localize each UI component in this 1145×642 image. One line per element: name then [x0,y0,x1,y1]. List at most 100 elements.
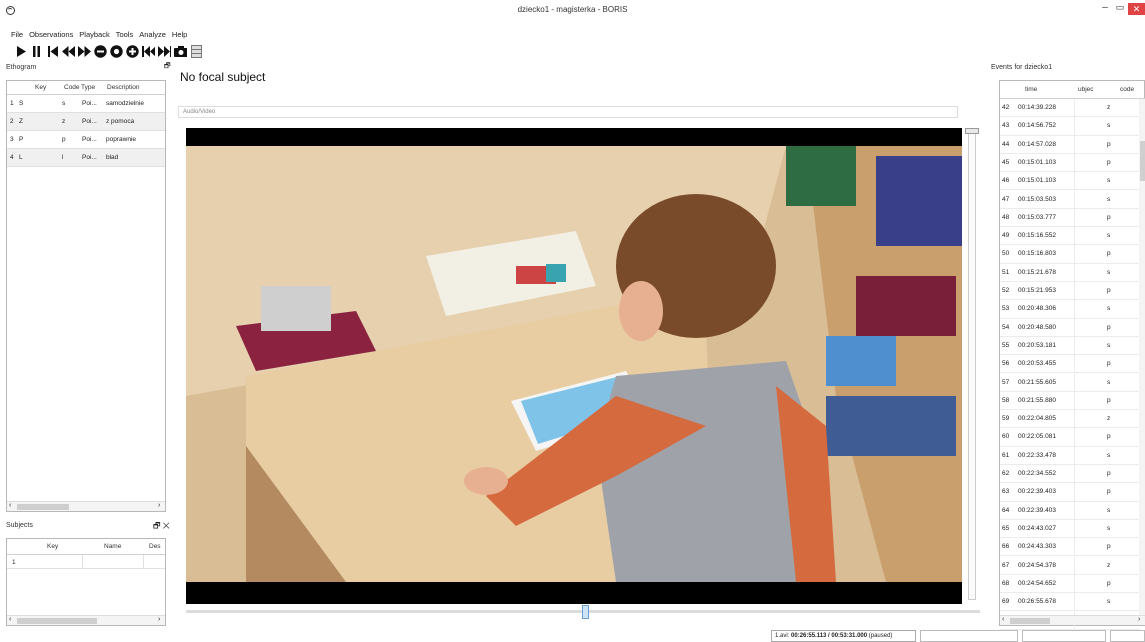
events-vscroll-thumb[interactable] [1140,141,1145,181]
snapshot-icon[interactable] [174,44,187,58]
scroll-left-icon[interactable]: ‹ [1002,616,1004,623]
event-row[interactable]: 63 00:22:39.403 p [1000,483,1140,502]
rewind-icon[interactable] [62,44,75,58]
col-subject[interactable]: ubjec [1078,86,1094,93]
col-event-code[interactable]: code [1120,86,1134,93]
speed-down-icon[interactable] [94,44,107,58]
event-time: 00:26:55.678 [1018,598,1056,606]
event-row[interactable]: 44 00:14:57.028 p [1000,135,1140,154]
scroll-left-icon[interactable]: ‹ [9,616,11,623]
minimize-button[interactable]: – [1098,2,1112,16]
event-row[interactable]: 51 00:15:21.678 s [1000,263,1140,282]
status-field [1022,630,1106,642]
speed-normal-icon[interactable] [110,44,123,58]
event-row[interactable]: 68 00:24:54.652 p [1000,574,1140,594]
subjects-dock-controls[interactable]: 🗗 ✕ [153,520,170,534]
events-hscroll[interactable]: ‹ › [1000,615,1145,625]
event-time: 00:15:16.552 [1018,232,1056,240]
subjects-row[interactable]: 1 [7,555,165,569]
event-time: 00:14:39.228 [1018,104,1056,111]
event-row[interactable]: 62 00:22:34.552 p [1000,465,1140,484]
col-code[interactable]: Code [64,84,80,91]
menu-playback[interactable]: Playback [79,30,109,42]
event-row[interactable]: 52 00:15:21.953 p [1000,282,1140,301]
col-description[interactable]: Description [107,84,140,91]
menu-analyze[interactable]: Analyze [139,30,166,42]
event-row[interactable]: 50 00:15:16.803 p [1000,245,1140,264]
event-row[interactable]: 45 00:15:01.103 p [1000,153,1140,173]
subjects-table: Key Name Des 1 ‹ › [6,538,166,626]
ethogram-row[interactable]: 3 Pp Poi... poprawnie [7,131,165,149]
event-row[interactable]: 55 00:20:53.181 s [1000,336,1140,356]
play-icon[interactable] [14,44,27,58]
col-subject-name[interactable]: Name [104,543,121,550]
ethogram-row[interactable]: 4 Ll Poi... blad [7,149,165,167]
ethogram-table: Key Code Type Description 1 Ss Poi... samod… [6,80,166,512]
col-key[interactable]: Key [35,84,46,91]
volume-slider-track[interactable] [968,130,976,600]
ethogram-hscroll-thumb[interactable] [17,504,69,510]
event-code: s [1107,524,1111,532]
menu-help[interactable]: Help [172,30,187,42]
event-row-number: 59 [1002,415,1010,423]
fast-forward-icon[interactable] [78,44,91,58]
event-row[interactable]: 54 00:20:48.580 p [1000,318,1140,337]
speed-up-icon[interactable] [126,44,139,58]
subjects-hscroll-thumb[interactable] [17,618,97,624]
col-subject-description[interactable]: Des [149,543,161,550]
ethogram-row[interactable]: 2 Zz Poi... z pomoca [7,113,165,131]
event-row[interactable]: 58 00:21:55.880 p [1000,391,1140,411]
scroll-right-icon[interactable]: › [1138,616,1140,623]
event-row[interactable]: 64 00:22:39.403 s [1000,501,1140,520]
event-row[interactable]: 57 00:21:55.605 s [1000,373,1140,392]
event-row[interactable]: 66 00:24:43.303 p [1000,538,1140,557]
scroll-right-icon[interactable]: › [158,616,160,623]
menu-file[interactable]: File [11,30,23,42]
event-row[interactable]: 61 00:22:33.478 s [1000,446,1140,465]
ethogram-hscroll[interactable]: ‹ › [7,501,165,511]
playback-slider-thumb[interactable] [581,605,589,619]
frame-by-frame-icon[interactable] [190,44,203,58]
event-row[interactable]: 46 00:15:01.103 s [1000,172,1140,191]
event-code: p [1107,250,1111,258]
subjects-hscroll[interactable]: ‹ › [7,615,165,625]
menu-tools[interactable]: Tools [116,30,134,42]
events-hscroll-thumb[interactable] [1010,618,1050,624]
cell-divider [1074,538,1075,556]
event-row[interactable]: 43 00:14:56.752 s [1000,117,1140,136]
volume-slider-thumb[interactable] [965,128,979,134]
close-button[interactable]: ✕ [1128,3,1145,15]
event-row[interactable]: 49 00:15:16.552 s [1000,227,1140,246]
audio-video-tab[interactable]: Audio/Video [178,106,958,118]
pause-icon[interactable] [30,44,43,58]
event-time: 00:24:54.378 [1018,561,1056,569]
event-row-number: 42 [1002,104,1010,111]
ethogram-row[interactable]: 1 Ss Poi... samodzielnie [7,95,165,113]
maximize-button[interactable]: ▭ [1115,2,1125,16]
event-time: 00:21:55.880 [1018,396,1056,404]
event-row[interactable]: 42 00:14:39.228 z [1000,99,1140,118]
event-code: p [1107,396,1111,404]
event-row[interactable]: 59 00:22:04.805 z [1000,410,1140,429]
ethogram-code: z [62,118,66,125]
col-time[interactable]: time [1025,86,1037,93]
previous-media-icon[interactable] [46,44,59,58]
ethogram-float-icon[interactable]: 🗗 [164,62,171,73]
event-row[interactable]: 69 00:26:55.678 s [1000,593,1140,612]
jump-backward-icon[interactable] [142,44,155,58]
cell-divider [1074,282,1075,300]
event-row[interactable]: 56 00:20:53.455 p [1000,355,1140,374]
event-row[interactable]: 65 00:24:43.027 s [1000,519,1140,539]
event-row[interactable]: 53 00:20:48.306 s [1000,300,1140,319]
event-row[interactable]: 60 00:22:05.081 p [1000,428,1140,447]
col-subject-key[interactable]: Key [47,543,58,550]
jump-forward-icon[interactable] [158,44,171,58]
col-type[interactable]: Type [81,84,95,91]
video-player[interactable] [186,128,962,604]
scroll-right-icon[interactable]: › [158,502,160,509]
event-row[interactable]: 47 00:15:03.503 s [1000,190,1140,209]
scroll-left-icon[interactable]: ‹ [9,502,11,509]
event-row[interactable]: 48 00:15:03.777 p [1000,208,1140,228]
event-row[interactable]: 67 00:24:54.378 z [1000,556,1140,575]
menu-observations[interactable]: Observations [29,30,73,42]
